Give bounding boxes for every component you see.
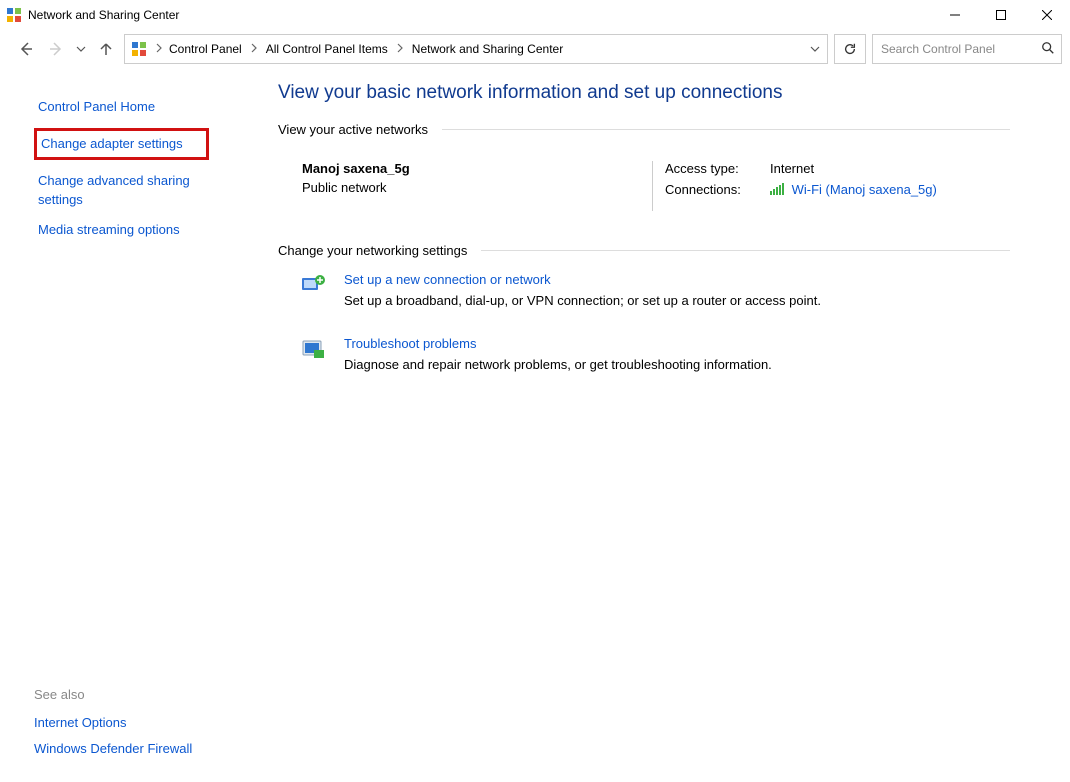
search-box[interactable] xyxy=(872,34,1062,64)
search-input[interactable] xyxy=(879,41,1041,57)
setup-connection-icon xyxy=(300,272,328,300)
breadcrumb-all-items[interactable]: All Control Panel Items xyxy=(262,38,392,60)
chevron-right-icon[interactable] xyxy=(248,42,260,56)
sidebar: Control Panel Home Change adapter settin… xyxy=(0,72,248,782)
chevron-right-icon[interactable] xyxy=(155,42,163,56)
breadcrumb-network-sharing[interactable]: Network and Sharing Center xyxy=(408,38,567,60)
active-network-row: Manoj saxena_5g Public network Access ty… xyxy=(278,149,1010,229)
window-title: Network and Sharing Center xyxy=(28,8,179,22)
divider xyxy=(481,250,1010,251)
connections-label: Connections: xyxy=(665,182,770,198)
refresh-button[interactable] xyxy=(834,34,866,64)
see-also-header: See also xyxy=(34,687,248,702)
search-icon[interactable] xyxy=(1041,41,1055,58)
troubleshoot-icon xyxy=(300,336,328,364)
see-also-section: See also Internet Options Windows Defend… xyxy=(34,687,248,782)
section-label: View your active networks xyxy=(278,122,428,137)
sidebar-media-streaming[interactable]: Media streaming options xyxy=(34,215,248,245)
back-button[interactable] xyxy=(14,37,38,61)
breadcrumb: Control Panel All Control Panel Items Ne… xyxy=(165,38,567,60)
network-name: Manoj saxena_5g xyxy=(302,161,652,176)
troubleshoot-item: Troubleshoot problems Diagnose and repai… xyxy=(300,336,1010,372)
section-change-settings: Change your networking settings xyxy=(278,243,1010,258)
network-type: Public network xyxy=(302,180,652,195)
main-content: View your basic network information and … xyxy=(248,72,1070,782)
toolbar: Control Panel All Control Panel Items Ne… xyxy=(0,30,1070,72)
access-type-label: Access type: xyxy=(665,161,770,176)
maximize-button[interactable] xyxy=(978,0,1024,30)
sidebar-home[interactable]: Control Panel Home xyxy=(34,92,248,122)
forward-button[interactable] xyxy=(44,37,68,61)
history-dropdown[interactable] xyxy=(74,37,88,61)
page-heading: View your basic network information and … xyxy=(278,82,1010,104)
address-bar[interactable]: Control Panel All Control Panel Items Ne… xyxy=(124,34,828,64)
window-titlebar: Network and Sharing Center xyxy=(0,0,1070,30)
divider xyxy=(442,129,1010,130)
highlight-box: Change adapter settings xyxy=(34,128,209,160)
minimize-button[interactable] xyxy=(932,0,978,30)
location-icon xyxy=(131,41,147,57)
section-active-networks: View your active networks xyxy=(278,122,1010,137)
chevron-right-icon[interactable] xyxy=(394,42,406,56)
network-center-icon xyxy=(6,7,22,23)
access-type-value: Internet xyxy=(770,161,814,176)
address-dropdown[interactable] xyxy=(803,35,827,63)
setup-connection-desc: Set up a broadband, dial-up, or VPN conn… xyxy=(344,293,821,308)
seealso-internet-options[interactable]: Internet Options xyxy=(34,710,248,736)
sidebar-change-adapter[interactable]: Change adapter settings xyxy=(41,135,183,153)
troubleshoot-link[interactable]: Troubleshoot problems xyxy=(344,336,476,351)
setup-connection-link[interactable]: Set up a new connection or network xyxy=(344,272,551,287)
up-button[interactable] xyxy=(94,37,118,61)
connection-link[interactable]: Wi-Fi (Manoj saxena_5g) xyxy=(792,182,937,197)
breadcrumb-control-panel[interactable]: Control Panel xyxy=(165,38,246,60)
setup-connection-item: Set up a new connection or network Set u… xyxy=(300,272,1010,308)
sidebar-change-advanced[interactable]: Change advanced sharing settings xyxy=(34,166,204,214)
vertical-divider xyxy=(652,161,653,211)
close-button[interactable] xyxy=(1024,0,1070,30)
seealso-firewall[interactable]: Windows Defender Firewall xyxy=(34,736,248,762)
wifi-signal-icon xyxy=(770,183,784,198)
section-label: Change your networking settings xyxy=(278,243,467,258)
troubleshoot-desc: Diagnose and repair network problems, or… xyxy=(344,357,772,372)
